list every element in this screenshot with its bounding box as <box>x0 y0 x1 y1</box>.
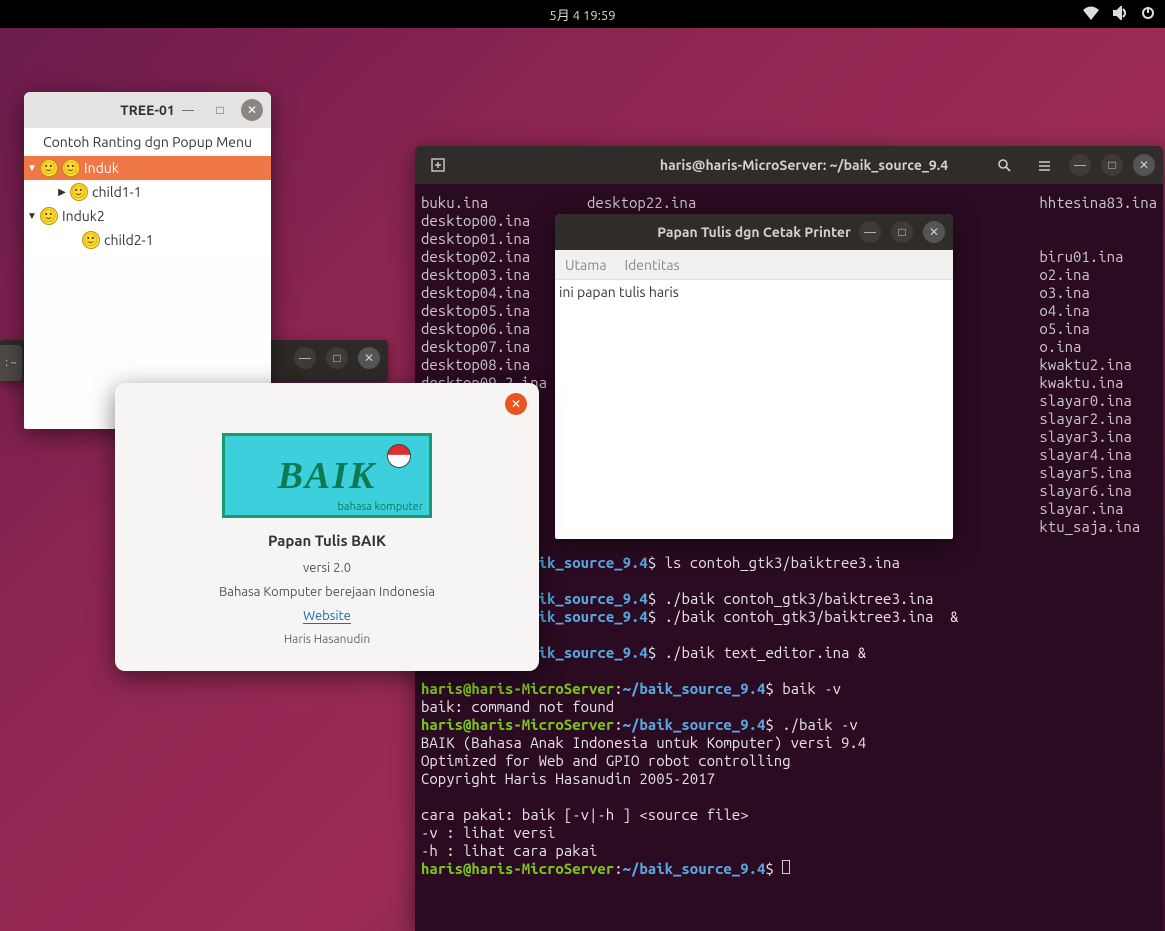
terminal-maximize-button[interactable]: □ <box>1101 154 1123 176</box>
smiley-icon <box>70 183 88 201</box>
dock-shortcut[interactable]: : ~ <box>0 345 22 381</box>
editor-minimize-button[interactable]: — <box>859 221 881 243</box>
expand-arrow-icon[interactable]: ▶ <box>54 186 70 198</box>
editor-close-button[interactable]: ✕ <box>923 221 945 243</box>
tree-minimize-button[interactable]: — <box>177 99 199 121</box>
new-tab-icon[interactable] <box>423 151 453 179</box>
menu-identitas[interactable]: Identitas <box>625 257 680 273</box>
terminal-close-button[interactable]: ✕ <box>1133 154 1155 176</box>
editor-textarea[interactable]: ini papan tulis haris <box>555 280 953 304</box>
tree-item-induk2[interactable]: ▼ Induk2 <box>24 204 271 228</box>
logo-text: BAIK <box>278 454 377 498</box>
tree-label: Induk2 <box>62 208 105 224</box>
bg-close-button[interactable]: ✕ <box>358 347 380 369</box>
bg-maximize-button[interactable]: □ <box>326 347 348 369</box>
about-dialog: ✕ BAIK bahasa komputer Papan Tulis BAIK … <box>115 383 539 671</box>
tree-label: Induk <box>84 160 119 176</box>
power-icon[interactable] <box>1141 6 1155 23</box>
editor-menubar: Utama Identitas <box>555 250 953 280</box>
about-description: Bahasa Komputer berejaan Indonesia <box>135 585 519 599</box>
about-close-button[interactable]: ✕ <box>505 393 527 415</box>
logo-ball-icon <box>387 444 411 468</box>
clock-text: 5月 4 19:59 <box>549 5 615 24</box>
desktop-top-panel: 5月 4 19:59 <box>0 0 1165 28</box>
about-author: Haris Hasanudin <box>135 633 519 646</box>
terminal-minimize-button[interactable]: — <box>1069 154 1091 176</box>
bg-minimize-button[interactable]: — <box>294 347 316 369</box>
menu-utama[interactable]: Utama <box>565 257 607 273</box>
search-icon[interactable] <box>989 151 1019 179</box>
about-website-link[interactable]: Website <box>303 609 351 624</box>
smiley-icon <box>40 207 58 225</box>
editor-window: Papan Tulis dgn Cetak Printer — □ ✕ Utam… <box>555 214 953 539</box>
editor-maximize-button[interactable]: □ <box>891 221 913 243</box>
volume-icon[interactable] <box>1113 6 1127 23</box>
tree-maximize-button[interactable]: □ <box>209 99 231 121</box>
tree-item-child2-1[interactable]: child2-1 <box>24 228 271 252</box>
tree-window: TREE-01 — □ ✕ Contoh Ranting dgn Popup M… <box>24 92 271 429</box>
baik-logo: BAIK bahasa komputer <box>222 433 432 518</box>
tree-item-child1-1[interactable]: ▶ child1-1 <box>24 180 271 204</box>
about-version: versi 2.0 <box>135 561 519 575</box>
smiley-icon <box>40 159 58 177</box>
about-title: Papan Tulis BAIK <box>135 532 519 549</box>
expand-arrow-icon[interactable]: ▼ <box>24 210 40 222</box>
tree-label: child2-1 <box>104 232 154 248</box>
hamburger-menu-icon[interactable] <box>1029 151 1059 179</box>
tree-item-induk[interactable]: ▼ Induk <box>24 156 271 180</box>
tree-subheader: Contoh Ranting dgn Popup Menu <box>24 128 271 156</box>
wifi-icon[interactable] <box>1083 6 1099 23</box>
smiley-icon <box>82 231 100 249</box>
tree-view[interactable]: ▼ Induk ▶ child1-1 ▼ Induk2 child2-1 <box>24 156 271 252</box>
expand-arrow-icon[interactable]: ▼ <box>24 162 40 174</box>
terminal-cursor <box>782 860 790 874</box>
file-list-col3: hhtesina83.inabiru01.inao2.inao3.inao4.i… <box>1039 194 1157 536</box>
logo-subtitle: bahasa komputer <box>338 501 424 513</box>
tree-close-button[interactable]: ✕ <box>241 99 263 121</box>
smiley-icon <box>62 159 80 177</box>
tree-label: child1-1 <box>92 184 142 200</box>
